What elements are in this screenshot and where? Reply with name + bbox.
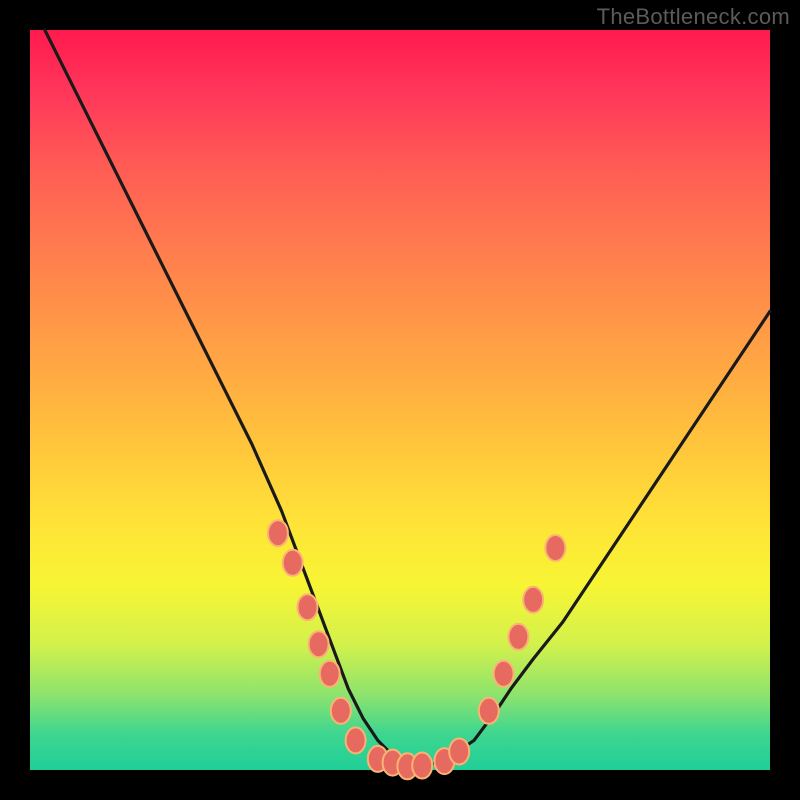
marker-dot bbox=[268, 520, 288, 546]
marker-dot bbox=[545, 535, 565, 561]
highlight-dots bbox=[268, 520, 566, 779]
chart-frame: TheBottleneck.com bbox=[0, 0, 800, 800]
marker-dot bbox=[320, 661, 340, 687]
marker-dot bbox=[479, 698, 499, 724]
marker-dot bbox=[283, 550, 303, 576]
marker-dot bbox=[494, 661, 514, 687]
marker-dot bbox=[331, 698, 351, 724]
marker-dot bbox=[449, 739, 469, 765]
watermark-text: TheBottleneck.com bbox=[597, 4, 790, 30]
plot-area bbox=[30, 30, 770, 770]
marker-dot bbox=[309, 631, 329, 657]
marker-dot bbox=[412, 753, 432, 779]
curve-svg bbox=[30, 30, 770, 770]
marker-dot bbox=[523, 587, 543, 613]
marker-dot bbox=[508, 624, 528, 650]
bottleneck-curve bbox=[45, 30, 770, 766]
marker-dot bbox=[298, 594, 318, 620]
marker-dot bbox=[346, 727, 366, 753]
